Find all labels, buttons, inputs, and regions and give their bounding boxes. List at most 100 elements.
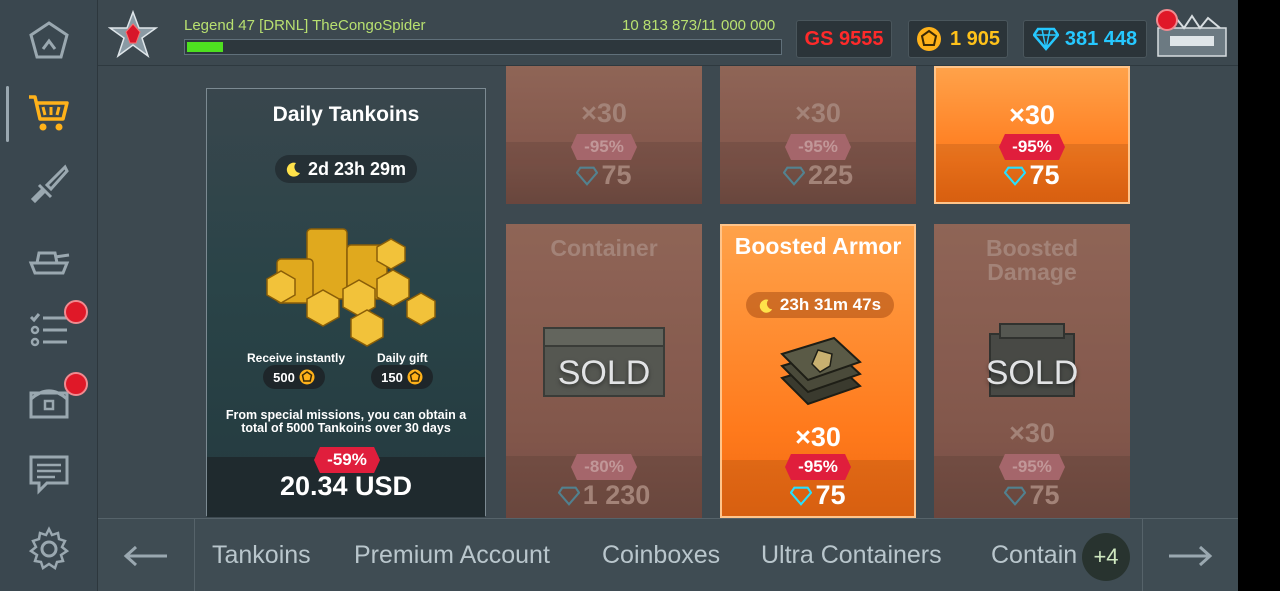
daily-discount-tag: -59% bbox=[314, 447, 380, 473]
offer-timer: 23h 31m 47s bbox=[746, 292, 894, 318]
armor-plates-icon bbox=[780, 336, 862, 406]
daily-title: Daily Tankoins bbox=[272, 103, 420, 126]
arrow-left-icon bbox=[123, 545, 167, 566]
tab-containers[interactable]: Contain bbox=[991, 541, 1083, 570]
offer-price-value: 75 bbox=[601, 160, 632, 190]
tankoin-icon bbox=[916, 27, 941, 51]
daily-price[interactable]: 20.34 USD bbox=[207, 471, 485, 502]
tab-tankoins[interactable]: Tankoins bbox=[212, 541, 311, 570]
offer-price-value: 1 230 bbox=[582, 480, 651, 510]
category-tab-bar: Tankoins Premium Account Coinboxes Ultra… bbox=[98, 518, 1238, 591]
sold-label: SOLD bbox=[985, 354, 1079, 392]
offer-card-boosted-armor[interactable]: Boosted Armor 23h 31m 47s ×30 -95% 75 bbox=[720, 224, 916, 518]
daily-tankoins-offer[interactable]: Daily Tankoins 2d 23h 29m Receive instan… bbox=[206, 88, 486, 517]
offer-discount: -80% bbox=[571, 454, 637, 480]
receive-instantly-label: Receive instantly bbox=[247, 351, 346, 365]
player-name: Legend 47 [DRNL] TheCongoSpider bbox=[184, 17, 426, 34]
offer-title: Boosted Damage bbox=[986, 235, 1078, 285]
offer-quantity: ×30 bbox=[795, 422, 841, 452]
offer-card-container[interactable]: Container SOLD -80% 1 230 bbox=[506, 224, 702, 518]
diamond-icon bbox=[790, 486, 813, 506]
xp-value: 10 813 873/11 000 000 bbox=[622, 17, 776, 34]
diamond-icon bbox=[1004, 166, 1027, 186]
offer-quantity: ×30 bbox=[581, 98, 627, 128]
offer-quantity: ×30 bbox=[795, 98, 841, 128]
sidebar-item-battle[interactable] bbox=[0, 150, 98, 220]
daily-timer: 2d 23h 29m bbox=[275, 155, 417, 183]
tankoin-stack-icon bbox=[266, 228, 436, 347]
offer-discount: -95% bbox=[999, 134, 1065, 160]
offer-card-boosted-damage[interactable]: Boosted Damage SOLD ×30 -95% 75 bbox=[934, 224, 1130, 518]
diamond-icon bbox=[782, 166, 805, 186]
receive-instantly-value: 500 bbox=[263, 365, 325, 389]
daily-gift-amount: 150 bbox=[381, 369, 403, 385]
offer-price-value: 75 bbox=[1029, 480, 1060, 510]
tab-premium-account[interactable]: Premium Account bbox=[354, 541, 550, 570]
home-icon bbox=[29, 21, 69, 59]
chat-icon bbox=[29, 455, 69, 495]
offer-discount: -95% bbox=[785, 454, 851, 480]
offer-price: 75 bbox=[934, 480, 1130, 511]
diamond-icon bbox=[576, 166, 599, 186]
moon-icon bbox=[759, 299, 773, 313]
diamond-icon bbox=[1004, 486, 1027, 506]
gear-score-badge[interactable]: GS 9555 bbox=[796, 20, 892, 58]
daily-timer-text: 2d 23h 29m bbox=[307, 158, 407, 179]
gems-balance[interactable]: 381 448 bbox=[1023, 20, 1147, 58]
tab-ultra-containers[interactable]: Ultra Containers bbox=[761, 541, 942, 570]
tank-icon bbox=[28, 251, 70, 275]
crown-notification-dot bbox=[1156, 9, 1178, 31]
tankoin-icon bbox=[299, 369, 315, 385]
sidebar-item-garage[interactable] bbox=[0, 222, 98, 292]
sidebar-item-home[interactable] bbox=[0, 6, 98, 76]
tankoin-icon bbox=[407, 369, 423, 385]
tankoins-balance[interactable]: 1 905 bbox=[908, 20, 1008, 58]
offer-price: 75 bbox=[936, 160, 1128, 191]
daily-gift-label: Daily gift bbox=[377, 351, 428, 365]
offer-title: Container bbox=[550, 235, 658, 261]
sword-icon bbox=[30, 164, 69, 204]
offer-price-value: 225 bbox=[807, 160, 854, 190]
sold-label: SOLD bbox=[557, 354, 651, 392]
receive-instantly-amount: 500 bbox=[273, 369, 295, 385]
offer-discount: -95% bbox=[785, 134, 851, 160]
sidebar bbox=[0, 0, 98, 591]
offer-card-top-1[interactable]: ×30 -95% 75 bbox=[506, 66, 702, 204]
offer-price: 75 bbox=[722, 480, 914, 511]
sidebar-item-shop[interactable] bbox=[0, 78, 98, 148]
diamond-icon bbox=[557, 486, 580, 506]
screen-edge bbox=[1238, 0, 1280, 591]
moon-icon bbox=[286, 162, 300, 177]
daily-description: From special missions, you can obtain a … bbox=[225, 408, 467, 435]
sidebar-item-settings[interactable] bbox=[0, 514, 98, 584]
sidebar-item-chat[interactable] bbox=[0, 438, 98, 508]
diamond-icon bbox=[1032, 27, 1059, 51]
offer-discount: -95% bbox=[571, 134, 637, 160]
arrow-right-icon bbox=[1169, 545, 1213, 566]
top-bar: Legend 47 [DRNL] TheCongoSpider 10 813 8… bbox=[98, 0, 1238, 66]
offer-price: 225 bbox=[720, 160, 916, 191]
chests-notification-dot bbox=[64, 372, 88, 396]
xp-progress-fill bbox=[187, 42, 223, 52]
tankoins-amount: 1 905 bbox=[949, 27, 1001, 50]
gear-icon bbox=[28, 526, 70, 570]
tabs-prev-button[interactable] bbox=[98, 519, 194, 591]
offer-price-value: 75 bbox=[815, 480, 846, 510]
xp-progress-bar bbox=[184, 39, 782, 55]
more-tabs-badge[interactable]: +4 bbox=[1082, 533, 1130, 581]
offer-card-top-2[interactable]: ×30 -95% 225 bbox=[720, 66, 916, 204]
offer-discount: -95% bbox=[999, 454, 1065, 480]
rank-star-icon[interactable] bbox=[108, 10, 158, 60]
offer-title: Boosted Armor bbox=[734, 233, 902, 259]
missions-notification-dot bbox=[64, 300, 88, 324]
offer-timer-text: 23h 31m 47s bbox=[779, 295, 882, 314]
shop-content: Daily Tankoins 2d 23h 29m Receive instan… bbox=[98, 66, 1238, 518]
tab-coinboxes[interactable]: Coinboxes bbox=[602, 541, 720, 570]
daily-gift-value: 150 bbox=[371, 365, 433, 389]
tabs-next-button[interactable] bbox=[1142, 519, 1238, 591]
shop-screen: Legend 47 [DRNL] TheCongoSpider 10 813 8… bbox=[0, 0, 1280, 591]
offer-price: 75 bbox=[506, 160, 702, 191]
offer-card-top-3[interactable]: ×30 -95% 75 bbox=[934, 66, 1130, 204]
tab-separator bbox=[194, 519, 195, 591]
offer-price: 1 230 bbox=[506, 480, 702, 511]
